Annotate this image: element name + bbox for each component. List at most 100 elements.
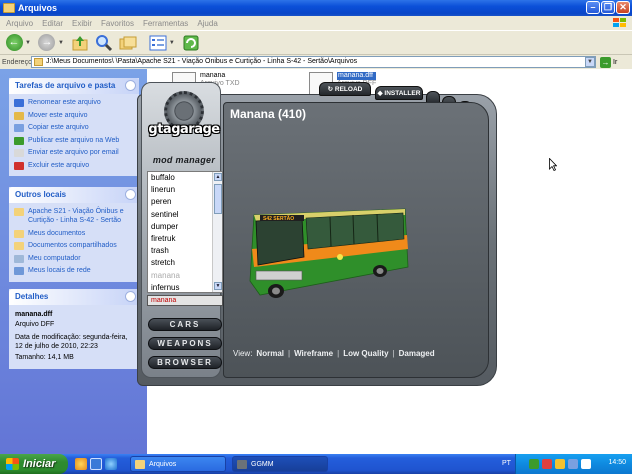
tray-icon[interactable] bbox=[542, 459, 552, 469]
window-title: Arquivos bbox=[18, 3, 58, 13]
file-task-item[interactable]: Renomear este arquivo bbox=[14, 98, 135, 107]
menu-ferramentas[interactable]: Ferramentas bbox=[143, 19, 188, 28]
back-dropdown-icon[interactable]: ▼ bbox=[25, 40, 31, 46]
file-task-item-label: Excluir este arquivo bbox=[28, 161, 90, 169]
address-label: Endereço bbox=[2, 58, 32, 66]
window-titlebar[interactable]: Arquivos – ❐ ✕ bbox=[0, 0, 632, 16]
media-player-icon[interactable] bbox=[75, 458, 87, 470]
menu-arquivo[interactable]: Arquivo bbox=[6, 19, 33, 28]
go-button[interactable]: → Ir bbox=[600, 56, 630, 68]
taskbar-item-label: GGMM bbox=[251, 460, 274, 468]
selected-vehicle-field[interactable]: manana bbox=[147, 295, 223, 306]
maximize-button[interactable]: ❐ bbox=[601, 1, 615, 14]
bus-3d-model: S42 SERTÃO bbox=[249, 208, 409, 298]
browser-button[interactable]: BROWSER bbox=[148, 356, 222, 369]
address-input[interactable]: J:\Meus Documentos\ \Pasta\Apache S21 - … bbox=[31, 56, 596, 68]
collapse-chevron-icon[interactable] bbox=[125, 80, 136, 91]
file-tasks-title: Tarefas de arquivo e pasta bbox=[15, 81, 116, 90]
other-place-item[interactable]: Meus locais de rede bbox=[14, 266, 135, 275]
other-place-item[interactable]: Documentos compartilhados bbox=[14, 241, 135, 250]
refresh-button[interactable] bbox=[181, 33, 201, 53]
details-filename: manana.dff bbox=[15, 311, 53, 318]
vehicle-list-item[interactable]: sentinel bbox=[148, 209, 222, 221]
publish-web-icon bbox=[14, 136, 24, 145]
views-dropdown-icon[interactable]: ▼ bbox=[169, 40, 175, 46]
file-tasks-header[interactable]: Tarefas de arquivo e pasta bbox=[9, 78, 139, 94]
collapse-chevron-icon[interactable] bbox=[125, 291, 136, 302]
collapse-chevron-icon[interactable] bbox=[125, 189, 136, 200]
delete-icon bbox=[14, 161, 24, 170]
taskbar-item-ggmm[interactable]: GGMM bbox=[232, 456, 328, 472]
other-places-header[interactable]: Outros locais bbox=[9, 187, 139, 203]
details-panel: Detalhes manana.dff Arquivo DFF Data de … bbox=[9, 289, 139, 369]
forward-arrow-icon: → bbox=[38, 34, 56, 51]
volume-icon[interactable] bbox=[581, 459, 591, 469]
vehicle-list-item[interactable]: infernus bbox=[148, 282, 222, 292]
file-task-item[interactable]: Enviar este arquivo por email bbox=[14, 148, 135, 157]
forward-dropdown-icon[interactable]: ▼ bbox=[58, 40, 64, 46]
folders-button[interactable] bbox=[118, 33, 138, 53]
reload-button[interactable]: ↻ RELOAD bbox=[319, 82, 371, 96]
tray-icon[interactable] bbox=[529, 459, 539, 469]
view-normal-option[interactable]: Normal bbox=[256, 349, 284, 358]
language-indicator[interactable]: PT bbox=[502, 460, 511, 467]
folders-icon bbox=[119, 36, 137, 49]
internet-explorer-icon[interactable] bbox=[105, 458, 117, 470]
search-button[interactable] bbox=[94, 33, 114, 53]
file-task-item[interactable]: Publicar este arquivo na Web bbox=[14, 136, 135, 145]
menu-bar: Arquivo Editar Exibir Favoritos Ferramen… bbox=[0, 16, 632, 30]
cars-button[interactable]: CARS bbox=[148, 318, 222, 331]
tray-icon[interactable] bbox=[568, 459, 578, 469]
file-tasks-list: Renomear este arquivo Mover este arquivo C… bbox=[9, 94, 139, 176]
views-button[interactable] bbox=[148, 33, 168, 53]
vehicle-list-item[interactable]: peren bbox=[148, 196, 222, 208]
back-button[interactable]: ← bbox=[4, 33, 24, 53]
email-icon bbox=[14, 149, 24, 157]
close-button[interactable]: ✕ bbox=[616, 1, 630, 14]
tray-icon[interactable] bbox=[555, 459, 565, 469]
file-task-item[interactable]: Mover este arquivo bbox=[14, 111, 135, 120]
taskbar-item-arquivos[interactable]: Arquivos bbox=[130, 456, 226, 472]
other-place-item[interactable]: Meu computador bbox=[14, 254, 135, 263]
other-places-title: Outros locais bbox=[15, 190, 67, 199]
weapons-button[interactable]: WEAPONS bbox=[148, 337, 222, 350]
vehicle-list-item[interactable]: stretch bbox=[148, 257, 222, 269]
menu-editar[interactable]: Editar bbox=[42, 19, 63, 28]
vehicle-list-item[interactable]: manana bbox=[148, 270, 222, 282]
menu-ajuda[interactable]: Ajuda bbox=[197, 19, 217, 28]
installer-button[interactable]: ◆ INSTALLER bbox=[375, 86, 423, 100]
view-low-quality-option[interactable]: Low Quality bbox=[343, 349, 388, 358]
task-pane: Tarefas de arquivo e pasta Renomear este… bbox=[0, 69, 147, 454]
scroll-up-icon[interactable]: ▲ bbox=[214, 173, 222, 181]
details-header[interactable]: Detalhes bbox=[9, 289, 139, 305]
vehicle-list-item[interactable]: dumper bbox=[148, 221, 222, 233]
clock[interactable]: 14:50 bbox=[608, 459, 626, 466]
menu-favoritos[interactable]: Favoritos bbox=[101, 19, 134, 28]
bus-logo bbox=[337, 254, 343, 260]
file-name: manana.dff bbox=[337, 72, 377, 80]
vehicle-list-item[interactable]: buffalo bbox=[148, 172, 222, 184]
show-desktop-icon[interactable] bbox=[90, 458, 102, 470]
other-place-item[interactable]: Meus documentos bbox=[14, 229, 135, 238]
scroll-down-icon[interactable]: ▼ bbox=[214, 282, 222, 290]
up-folder-button[interactable] bbox=[70, 33, 90, 53]
vehicle-list-item[interactable]: linerun bbox=[148, 184, 222, 196]
vehicle-list-item[interactable]: trash bbox=[148, 245, 222, 257]
vehicle-list-item[interactable]: firetruk bbox=[148, 233, 222, 245]
vehicle-list-scrollbar[interactable]: ▲ ▼ bbox=[212, 172, 222, 292]
file-task-item[interactable]: Excluir este arquivo bbox=[14, 161, 135, 170]
view-wireframe-option[interactable]: Wireframe bbox=[294, 349, 333, 358]
address-dropdown-icon[interactable]: ▼ bbox=[585, 57, 595, 67]
rename-icon bbox=[14, 99, 24, 107]
app-subtitle: mod manager bbox=[152, 155, 216, 165]
scroll-thumb[interactable] bbox=[214, 184, 222, 214]
menu-exibir[interactable]: Exibir bbox=[72, 19, 92, 28]
start-button[interactable]: Iniciar bbox=[0, 454, 68, 474]
file-task-item[interactable]: Copiar este arquivo bbox=[14, 123, 135, 132]
minimize-button[interactable]: – bbox=[586, 1, 600, 14]
view-damaged-option[interactable]: Damaged bbox=[399, 349, 435, 358]
vehicle-list[interactable]: buffalo linerun peren sentinel dumper firetru… bbox=[147, 171, 223, 293]
app-icon bbox=[237, 459, 247, 469]
forward-button[interactable]: → bbox=[37, 33, 57, 53]
other-place-item[interactable]: Apache S21 - Viação Ônibus e Curtição - … bbox=[14, 207, 135, 225]
